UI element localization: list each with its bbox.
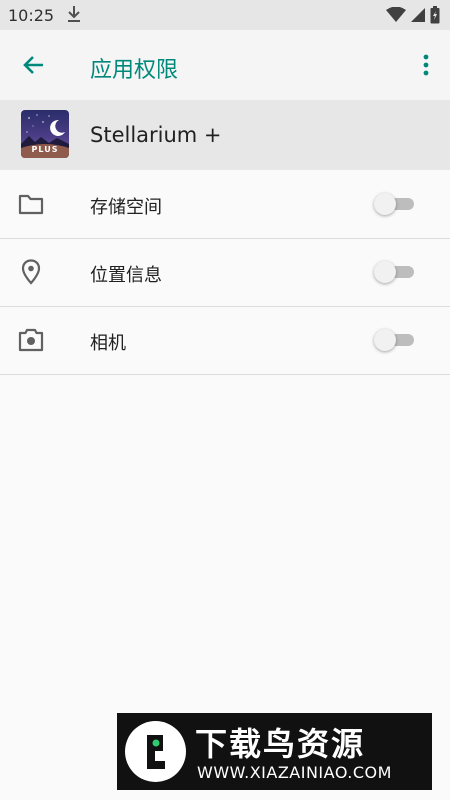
more-vert-icon [423, 54, 429, 80]
toggle-thumb [374, 193, 396, 215]
permission-row-camera[interactable]: 相机 [0, 306, 450, 375]
location-permission-toggle[interactable] [374, 261, 416, 283]
watermark-logo-icon [125, 721, 186, 782]
status-bar: 10:25 [0, 0, 450, 30]
folder-icon [18, 191, 44, 217]
back-button[interactable] [18, 51, 50, 83]
permission-row-storage[interactable]: 存储空间 [0, 170, 450, 239]
toggle-thumb [374, 261, 396, 283]
permission-label-location: 位置信息 [90, 265, 162, 286]
app-name: Stellarium + [90, 123, 222, 147]
app-header: PLUS Stellarium + [0, 100, 450, 170]
status-icons [386, 6, 440, 28]
storage-permission-toggle[interactable] [374, 193, 416, 215]
page-title: 应用权限 [90, 58, 179, 83]
app-bar: 应用权限 [0, 30, 450, 100]
toggle-thumb [374, 329, 396, 351]
location-pin-icon [18, 259, 44, 285]
wifi-icon [386, 6, 406, 27]
watermark-title: 下载鸟资源 [195, 725, 366, 763]
watermark-banner: 下载鸟资源 WWW.XIAZAINIAO.COM [117, 713, 432, 790]
arrow-left-icon [22, 53, 46, 81]
permission-label-storage: 存储空间 [90, 197, 162, 218]
status-time: 10:25 [8, 6, 55, 25]
stellarium-app-icon: PLUS [21, 110, 69, 158]
battery-icon [430, 6, 440, 28]
camera-permission-toggle[interactable] [374, 329, 416, 351]
watermark-url: WWW.XIAZAINIAO.COM [197, 763, 392, 782]
permission-label-camera: 相机 [90, 333, 126, 354]
download-icon [66, 5, 82, 27]
signal-icon [410, 7, 426, 27]
camera-icon [18, 327, 44, 353]
app-icon-badge: PLUS [31, 145, 59, 154]
more-options-button[interactable] [416, 51, 436, 83]
permission-row-location[interactable]: 位置信息 [0, 238, 450, 307]
